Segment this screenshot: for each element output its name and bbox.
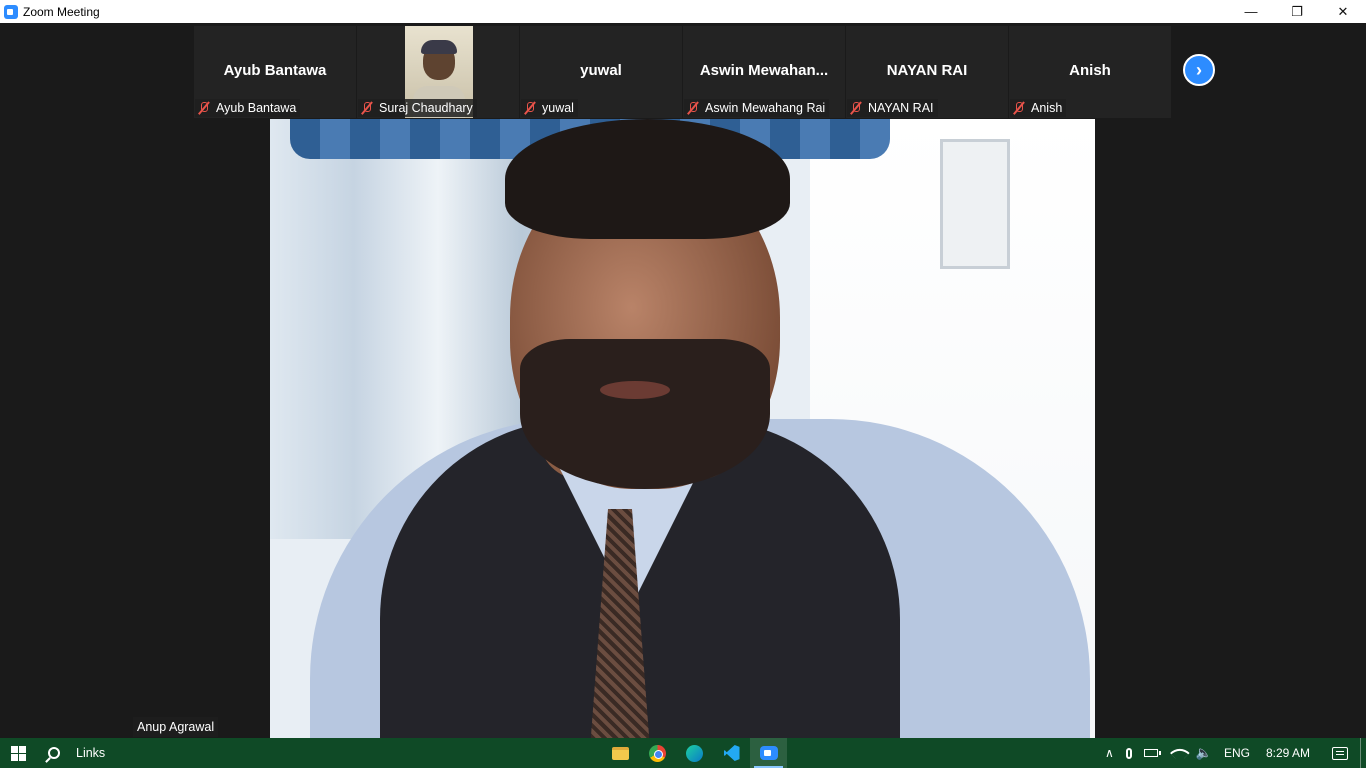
participant-big-name: yuwal [580, 62, 622, 79]
mic-muted-icon [198, 101, 210, 115]
show-desktop-button[interactable] [1360, 738, 1366, 768]
mic-muted-icon [850, 101, 862, 115]
participant-name: NAYAN RAI [868, 101, 934, 115]
video-window-frame [940, 139, 1010, 269]
participant-tile[interactable]: yuwal yuwal [520, 26, 682, 118]
participant-name: Aswin Mewahang Rai [705, 101, 826, 115]
edge-icon [686, 744, 703, 762]
participant-big-name: Ayub Bantawa [223, 62, 327, 79]
participant-tile[interactable]: Aswin Mewahan... Aswin Mewahang Rai [683, 26, 845, 118]
vscode-icon [723, 745, 740, 761]
chevron-up-icon: ∧ [1104, 746, 1114, 760]
microphone-icon [1125, 747, 1132, 759]
participant-tile[interactable]: Suraj Chaudhary [357, 26, 519, 118]
tray-language[interactable]: ENG [1218, 738, 1256, 768]
active-speaker-name: Anup Agrawal [133, 717, 219, 737]
participant-tile[interactable]: Anish Anish [1009, 26, 1171, 118]
mic-muted-icon [687, 101, 699, 115]
participant-label: yuwal [521, 99, 578, 117]
minimize-button[interactable]: — [1228, 0, 1274, 23]
participant-name: Anish [1031, 101, 1063, 115]
next-page-button[interactable]: › [1183, 54, 1215, 86]
video-person-beard [520, 339, 770, 489]
taskbar-chrome[interactable] [639, 738, 676, 768]
restore-button[interactable]: ❐ [1274, 0, 1320, 23]
zoom-app-icon [4, 4, 18, 19]
zoom-icon [759, 746, 778, 760]
window-controls: — ❐ ✕ [1228, 0, 1366, 23]
taskbar-edge[interactable] [676, 738, 713, 768]
tray-volume[interactable]: 🔈 [1190, 738, 1218, 768]
participant-name: Suraj Chaudhary [379, 101, 473, 115]
tray-battery[interactable] [1138, 738, 1164, 768]
participant-label: Suraj Chaudhary [358, 99, 477, 117]
search-icon [48, 747, 60, 759]
volume-icon: 🔈 [1195, 745, 1212, 760]
participant-label: Ayub Bantawa [195, 99, 301, 117]
search-button[interactable] [36, 738, 72, 768]
participant-name: yuwal [542, 101, 574, 115]
active-speaker-video[interactable] [270, 119, 1095, 738]
windows-taskbar: Links ∧ 🔈 ENG 8:29 AM [0, 738, 1366, 768]
taskbar-zoom[interactable] [750, 738, 787, 768]
taskbar-file-explorer[interactable] [602, 738, 639, 768]
taskbar-apps [602, 738, 787, 768]
close-button[interactable]: ✕ [1320, 0, 1366, 23]
wifi-icon [1169, 743, 1190, 763]
participant-big-name: NAYAN RAI [886, 62, 968, 79]
mic-muted-icon [361, 101, 373, 115]
battery-icon [1143, 749, 1161, 757]
participant-big-name: Aswin Mewahan... [699, 62, 829, 79]
tray-clock[interactable]: 8:29 AM [1256, 738, 1320, 768]
tray-microphone[interactable] [1120, 738, 1138, 768]
video-person-hair [505, 119, 790, 239]
action-center-button[interactable] [1320, 738, 1360, 768]
system-tray: ∧ 🔈 ENG 8:29 AM [1099, 738, 1366, 768]
links-toolbar[interactable]: Links [76, 746, 105, 760]
participant-label: Aswin Mewahang Rai [684, 99, 830, 117]
tray-network[interactable] [1164, 738, 1190, 768]
file-explorer-icon [612, 746, 629, 760]
participant-big-name: Anish [1069, 62, 1111, 79]
chrome-icon [649, 744, 666, 762]
start-button[interactable] [0, 738, 36, 768]
mic-muted-icon [1013, 101, 1025, 115]
video-person-cap [421, 40, 457, 54]
windows-logo-icon [10, 745, 26, 761]
participant-name: Ayub Bantawa [216, 101, 297, 115]
meeting-stage: Ayub Bantawa Ayub Bantawa Suraj Chaudhar… [0, 23, 1366, 738]
participant-strip: Ayub Bantawa Ayub Bantawa Suraj Chaudhar… [194, 26, 1171, 118]
taskbar-vscode[interactable] [713, 738, 750, 768]
participant-tile[interactable]: NAYAN RAI NAYAN RAI [846, 26, 1008, 118]
chevron-right-icon: › [1196, 59, 1202, 80]
video-person-mouth [600, 381, 670, 399]
notification-icon [1332, 746, 1348, 760]
participant-tile[interactable]: Ayub Bantawa Ayub Bantawa [194, 26, 356, 118]
participant-label: Anish [1010, 99, 1067, 117]
tray-overflow-button[interactable]: ∧ [1099, 738, 1120, 768]
mic-muted-icon [524, 101, 536, 115]
window-title: Zoom Meeting [23, 4, 100, 19]
window-titlebar: Zoom Meeting — ❐ ✕ [0, 0, 1366, 23]
participant-label: NAYAN RAI [847, 99, 938, 117]
